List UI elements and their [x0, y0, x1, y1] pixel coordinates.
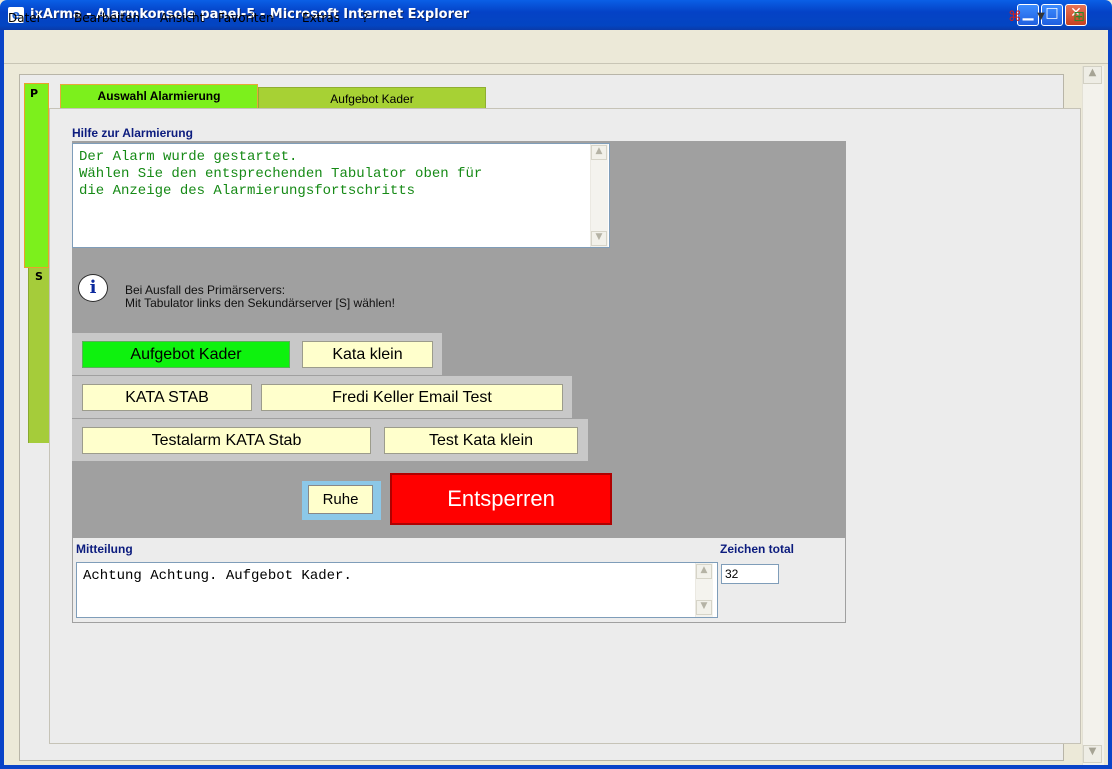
info-icon: i	[78, 274, 108, 302]
message-scroll-down-icon[interactable]: ▼	[696, 600, 712, 615]
message-textarea[interactable]: Achtung Achtung. Aufgebot Kader.	[76, 562, 718, 618]
primary-server-label: P	[30, 87, 39, 100]
help-scroll-down-icon[interactable]: ▼	[591, 231, 607, 246]
scroll-up-icon[interactable]: ▲	[1083, 66, 1102, 84]
alarm-button-aufgebot-kader[interactable]: Aufgebot Kader	[82, 341, 290, 368]
menu-datei[interactable]: Datei	[8, 11, 40, 25]
window-frame-right	[1108, 30, 1112, 769]
alarm-button-kata-stab[interactable]: KATA STAB	[82, 384, 252, 411]
ruhe-button[interactable]: Ruhe	[308, 485, 373, 514]
menu-extras[interactable]: Extras	[302, 11, 340, 25]
char-count-field: 32	[721, 564, 779, 584]
help-textarea[interactable]: Der Alarm wurde gestartet. Wählen Sie de…	[72, 143, 610, 248]
pdf-icon[interactable]: ⌘	[1004, 7, 1026, 27]
char-count-label: Zeichen total	[720, 542, 795, 556]
alarm-button-kata-klein[interactable]: Kata klein	[302, 341, 433, 368]
secondary-server-tab[interactable]: S	[28, 268, 49, 443]
info-line-1: Bei Ausfall des Primärservers:	[125, 283, 286, 297]
windows-logo-icon: ⊞	[1073, 9, 1085, 25]
message-title: Mitteilung	[76, 542, 133, 556]
menu-bearbeiten[interactable]: Bearbeiten	[74, 11, 140, 25]
browser-scrollbar[interactable]	[1082, 66, 1104, 765]
help-line: die Anzeige des Alarmierungsfortschritts	[79, 183, 416, 199]
menu-ansicht[interactable]: Ansicht	[160, 11, 204, 25]
help-line: Der Alarm wurde gestartet.	[79, 149, 298, 165]
alarm-button-test-kata-klein[interactable]: Test Kata klein	[384, 427, 578, 454]
menu-favoriten[interactable]: Favoriten	[218, 11, 274, 25]
alarm-button-testalarm-kata-stab[interactable]: Testalarm KATA Stab	[82, 427, 371, 454]
info-line-2: Mit Tabulator links den Sekundärserver […	[125, 296, 395, 310]
menu-help[interactable]: ?	[362, 11, 368, 25]
dropdown-arrow-icon[interactable]: ▼	[1030, 7, 1052, 27]
scroll-down-icon[interactable]: ▼	[1083, 745, 1102, 763]
secondary-server-label: S	[35, 270, 43, 283]
help-line: Wählen Sie den entsprechenden Tabulator …	[79, 166, 483, 182]
message-scroll-up-icon[interactable]: ▲	[696, 564, 712, 579]
tab-aufgebot-kader[interactable]: Aufgebot Kader	[258, 87, 486, 108]
tab-auswahl-alarmierung[interactable]: Auswahl Alarmierung	[60, 84, 258, 108]
help-scroll-up-icon[interactable]: ▲	[591, 145, 607, 160]
alarm-button-fredi-keller-email-test[interactable]: Fredi Keller Email Test	[261, 384, 563, 411]
unlock-button[interactable]: Entsperren	[390, 473, 612, 525]
window-frame-bottom	[0, 765, 1112, 769]
primary-server-tab[interactable]: P	[24, 83, 49, 268]
menu-bar	[4, 30, 1108, 64]
help-title: Hilfe zur Alarmierung	[72, 126, 193, 140]
